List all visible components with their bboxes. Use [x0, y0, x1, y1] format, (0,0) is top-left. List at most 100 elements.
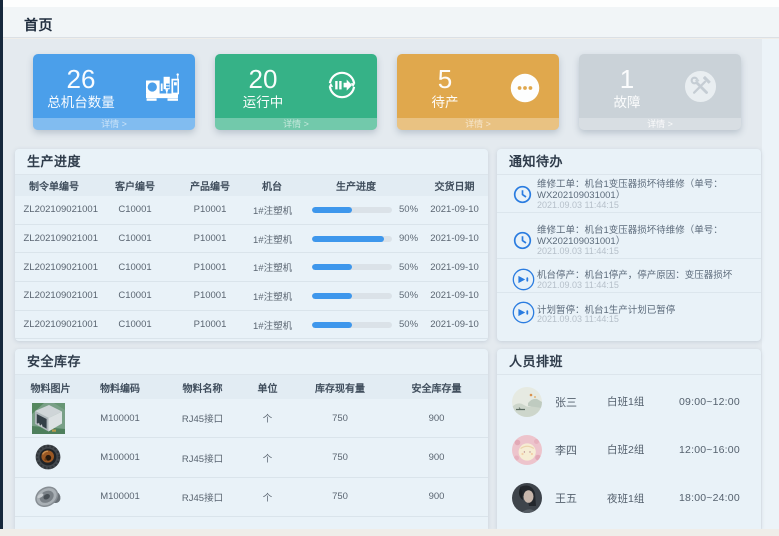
- item-name-cell: RJ45接口: [165, 490, 240, 504]
- item-code-cell: M100001: [75, 491, 165, 502]
- production-table-row[interactable]: ZL202109021001 C10001 P10001 1#注塑机 50% 2…: [15, 282, 488, 311]
- column-header: 单位: [240, 380, 295, 395]
- item-unit-cell: 个: [240, 490, 295, 504]
- column-header: 物料图片: [15, 380, 75, 395]
- customer-cell: C10001: [103, 290, 167, 301]
- fault-value: 1: [579, 65, 675, 94]
- ellipsis-icon: [510, 73, 540, 103]
- production-panel-title: 生产进度: [15, 149, 488, 175]
- stock-panel-title: 安全库存: [15, 349, 488, 375]
- stock-table-header: 物料图片 物料编码 物料名称 单位 库存现有量 安全库存量: [15, 375, 488, 399]
- order-no-cell: ZL202109021001: [15, 262, 103, 273]
- running-detail-link[interactable]: 详情 >: [215, 118, 377, 130]
- item-unit-cell: 个: [240, 451, 295, 465]
- dark-portrait-avatar: [512, 483, 542, 513]
- column-header: 物料名称: [165, 380, 240, 395]
- staff-shift: 白班1组: [607, 394, 679, 409]
- progress-percent: 50%: [399, 204, 418, 215]
- column-header: 物料编码: [75, 380, 165, 395]
- staff-avatar: [512, 483, 542, 513]
- staff-row[interactable]: 王五 夜班1组 18:00~24:00: [497, 474, 761, 522]
- progress-bar-fill: [312, 322, 352, 328]
- item-code-cell: M100001: [75, 452, 165, 463]
- notice-timestamp: 2021.09.03 11:44:15: [537, 315, 749, 325]
- stock-table-row[interactable]: M100001 RJ45接口 个 750 900: [15, 478, 488, 517]
- on-hand-qty-cell: 750: [295, 413, 385, 424]
- product-cell: P10001: [167, 204, 253, 215]
- customer-cell: C10001: [103, 262, 167, 273]
- stat-card-total-machines[interactable]: 26 总机台数量: [33, 54, 195, 130]
- staff-row[interactable]: 李四 白班2组 12:00~16:00: [497, 426, 761, 474]
- navbar-bottom: [3, 0, 779, 7]
- landscape-painting-avatar: [512, 387, 542, 417]
- notice-item[interactable]: 计划暂停：机台1生产计划已暂停 2021.09.03 11:44:15: [497, 293, 761, 327]
- window-bottom-edge: [0, 529, 779, 536]
- total-machines-detail-link[interactable]: 详情 >: [33, 118, 195, 130]
- product-cell: P10001: [167, 233, 253, 244]
- safety-stock-panel: 安全库存 物料图片 物料编码 物料名称 单位 库存现有量 安全库存量 M1000…: [15, 349, 488, 529]
- progress-percent: 50%: [399, 319, 418, 330]
- staff-row[interactable]: 张三 白班1组 09:00~12:00: [497, 378, 761, 426]
- staff-time: 12:00~16:00: [679, 444, 740, 456]
- item-image-cell: [15, 442, 75, 473]
- stock-table-row[interactable]: M100001 RJ45接口 个 750 900: [15, 438, 488, 477]
- machine-cell: 1#注塑机: [253, 260, 291, 274]
- progress-cell: 50%: [291, 290, 421, 301]
- production-table-row[interactable]: ZL202109021001 C10001 P10001 1#注塑机 90% 2…: [15, 225, 488, 254]
- stat-card-running[interactable]: 20 运行中 详情 >: [215, 54, 377, 130]
- notice-item[interactable]: 维修工单：机台1变压器损坏待维修（单号：WX202109031001） 2021…: [497, 213, 761, 259]
- pink-blossom-avatar: [512, 435, 542, 465]
- running-cycle-icon: [326, 69, 358, 101]
- repair-tools-icon: [684, 70, 717, 103]
- production-table-header: 制令单编号 客户编号 产品编号 机台 生产进度 交货日期: [15, 175, 488, 196]
- item-unit-cell: 个: [240, 411, 295, 425]
- notice-item[interactable]: 机台停产：机台1停产，停产原因：变压器损坏 2021.09.03 11:44:1…: [497, 259, 761, 293]
- staff-avatar: [512, 435, 542, 465]
- column-header: 库存现有量: [295, 380, 385, 395]
- notice-timestamp: 2021.09.03 11:44:15: [537, 281, 749, 291]
- clock-icon: [513, 185, 532, 204]
- progress-cell: 50%: [291, 204, 421, 215]
- notice-item[interactable]: 维修工单：机台1变压器损坏待维修（单号：WX202109031001） 2021…: [497, 175, 761, 213]
- column-header: 制令单编号: [15, 178, 103, 193]
- progress-bar-track: [312, 236, 392, 242]
- production-table-row[interactable]: ZL202109021001 C10001 P10001 1#注塑机 50% 2…: [15, 196, 488, 225]
- column-header: 产品编号: [167, 178, 253, 193]
- column-header: 客户编号: [103, 178, 167, 193]
- progress-bar-track: [312, 207, 392, 213]
- staff-name: 张三: [555, 394, 607, 410]
- progress-percent: 50%: [399, 262, 418, 273]
- rj45-connector-photo: [32, 403, 65, 434]
- machine-icon: [145, 70, 179, 104]
- clock-icon: [513, 231, 532, 250]
- production-table-row[interactable]: ZL202109021001 C10001 P10001 1#注塑机 50% 2…: [15, 311, 488, 340]
- waiting-detail-link[interactable]: 详情 >: [397, 118, 559, 130]
- tab-home[interactable]: 首页: [24, 15, 53, 35]
- machine-cell: 1#注塑机: [253, 289, 291, 303]
- progress-bar-fill: [312, 207, 352, 213]
- staff-time: 18:00~24:00: [679, 492, 740, 504]
- notice-text: 维修工单：机台1变压器损坏待维修（单号：WX202109031001）: [537, 179, 749, 201]
- staff-schedule-panel: 人员排班 张三 白班1组 09:00~12:00 李四 白班2组 12:00~1…: [497, 349, 761, 529]
- column-header: 生产进度: [291, 178, 421, 193]
- production-table-row[interactable]: ZL202109021001 C10001 P10001 1#注塑机 50% 2…: [15, 253, 488, 282]
- speaker-driver-photo: [32, 481, 65, 512]
- progress-bar-fill: [312, 293, 352, 299]
- total-machines-value: 26: [33, 65, 129, 94]
- progress-cell: 50%: [291, 319, 421, 330]
- column-header: 交货日期: [421, 178, 488, 193]
- stock-table-row[interactable]: M100001 RJ45接口 个 750 900: [15, 399, 488, 438]
- fault-detail-link[interactable]: 详情 >: [579, 118, 741, 130]
- order-no-cell: ZL202109021001: [15, 233, 103, 244]
- progress-bar-track: [312, 322, 392, 328]
- card-text-block: 26 总机台数量: [33, 54, 129, 111]
- progress-bar-track: [312, 293, 392, 299]
- machine-cell: 1#注塑机: [253, 232, 291, 246]
- total-machines-label: 总机台数量: [33, 95, 129, 111]
- progress-cell: 50%: [291, 262, 421, 273]
- staff-panel-title: 人员排班: [497, 349, 761, 375]
- stat-card-waiting[interactable]: 5 待产 详情 >: [397, 54, 559, 130]
- dashboard-content: 26 总机台数量: [3, 39, 779, 529]
- staff-shift: 夜班1组: [607, 491, 679, 506]
- stat-card-fault[interactable]: 1 故障 详情 >: [579, 54, 741, 130]
